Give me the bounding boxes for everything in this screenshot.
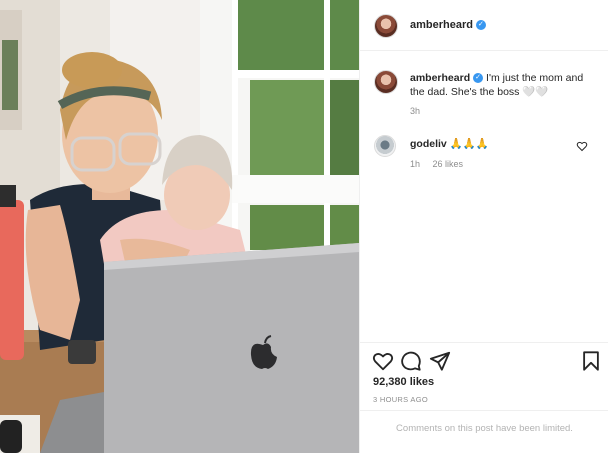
author-username-text[interactable]: amberheard [410,19,473,31]
commenter-avatar[interactable] [374,135,396,157]
post-image [0,0,359,453]
heart-icon [372,353,394,371]
caption-verified-badge-icon: ✓ [473,73,484,84]
author-username[interactable]: amberheard ✓ [410,19,486,31]
save-button[interactable] [580,350,602,372]
actions-divider [360,342,608,343]
comment-meta: 1h 26 likes [410,159,463,169]
caption-timestamp[interactable]: 3h [410,106,420,116]
like-button[interactable] [372,350,394,372]
verified-badge-icon: ✓ [475,20,486,31]
post-photo[interactable] [0,0,359,453]
comments-limited-notice: Comments on this post have been limited. [396,423,573,434]
comment-likes[interactable]: 26 likes [433,159,464,169]
caption-avatar[interactable] [374,70,398,94]
caption-username[interactable]: amberheard [410,72,470,84]
bookmark-icon [583,351,599,371]
comment: godeliv 🙏🙏🙏 [410,137,489,150]
comment-username[interactable]: godeliv [410,138,447,150]
comment-button[interactable] [400,350,422,372]
footer-divider [360,410,608,411]
comment-icon [401,351,421,371]
post-timestamp[interactable]: 3 HOURS AGO [373,395,428,404]
send-icon [429,351,451,371]
comment-timestamp[interactable]: 1h [410,159,420,169]
action-bar [372,350,602,372]
author-avatar[interactable] [374,14,398,38]
share-button[interactable] [429,350,451,372]
header-divider [360,50,608,51]
comment-text: 🙏🙏🙏 [449,138,489,150]
post-side-panel: amberheard ✓ amberheard ✓ I'm just the mom… [359,0,608,453]
post-caption: amberheard ✓ I'm just the mom and the dad… [410,71,600,99]
comment-heart-icon[interactable] [576,140,588,152]
likes-count[interactable]: 92,380 likes [373,376,434,388]
